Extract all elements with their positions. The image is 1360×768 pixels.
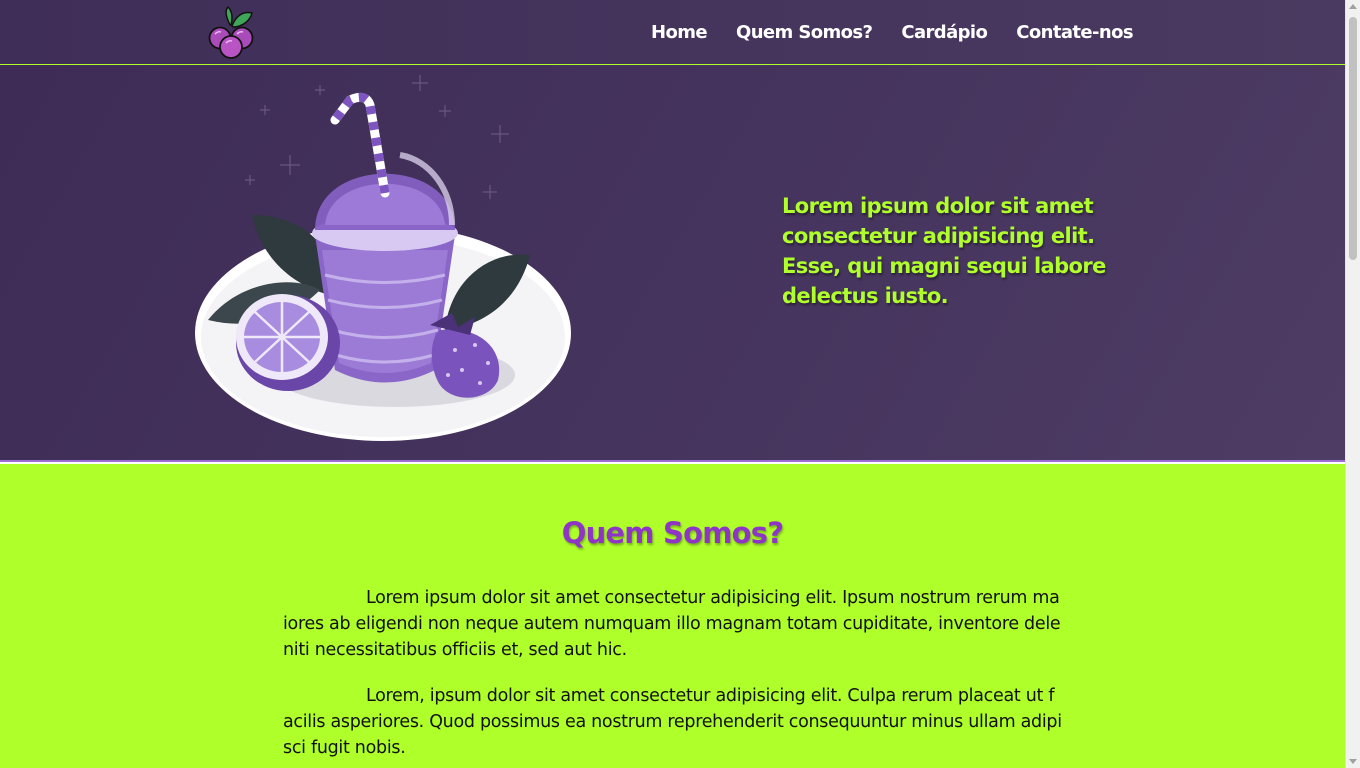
nav-home[interactable]: Home [651,22,708,43]
hero-section: Lorem ipsum dolor sit amet consectetur a… [0,65,1345,462]
site-header: Home Quem Somos? Cardápio Contate-nos [0,0,1345,65]
about-paragraph-2: Lorem, ipsum dolor sit amet consectetur … [283,686,1062,758]
scroll-down-icon[interactable] [1349,759,1357,764]
page: Home Quem Somos? Cardápio Contate-nos Lo… [0,0,1345,768]
scroll-up-icon[interactable] [1349,4,1357,9]
logo-link[interactable] [206,5,258,61]
nav-cardapio[interactable]: Cardápio [901,22,987,43]
nav-contate-nos[interactable]: Contate-nos [1016,22,1133,43]
about-paragraph-1: Lorem ipsum dolor sit amet consectetur a… [283,588,1061,660]
main-nav: Home Quem Somos? Cardápio Contate-nos [651,0,1134,64]
smoothie-cup-illustration [195,75,571,441]
vertical-scrollbar[interactable] [1345,0,1360,768]
hero-tagline: Lorem ipsum dolor sit amet consectetur a… [782,194,1106,308]
about-section: Quem Somos? Lorem ipsum dolor sit amet c… [0,464,1345,768]
about-title: Quem Somos? [561,516,784,550]
berry-logo-icon [208,5,254,59]
nav-quem-somos[interactable]: Quem Somos? [736,22,873,43]
scroll-thumb[interactable] [1349,17,1357,260]
